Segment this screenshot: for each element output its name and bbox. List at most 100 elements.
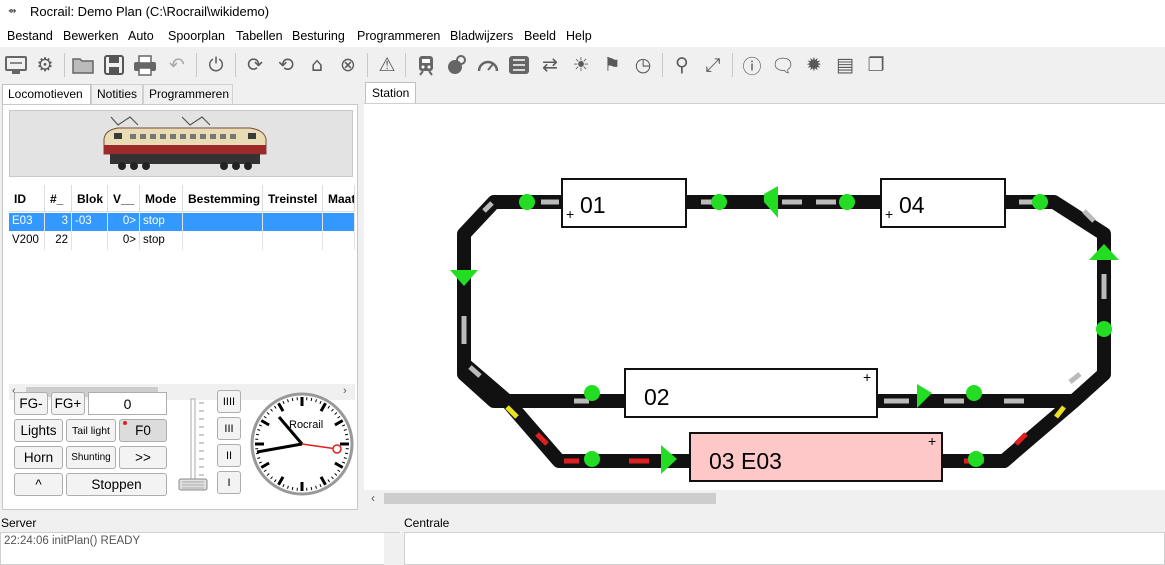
table-cell: 0> xyxy=(108,232,140,250)
table-row[interactable]: V200 22 0> stop xyxy=(9,232,355,250)
fg-value-field[interactable]: 0 xyxy=(88,392,167,415)
menu-bar: Bestand Bewerken Auto Spoorplan Tabellen… xyxy=(0,25,1165,47)
block-04[interactable]: + 04 xyxy=(880,178,1006,228)
fg-minus-button[interactable]: FG- xyxy=(14,392,48,415)
server-log-scrollbar[interactable] xyxy=(384,533,400,565)
fullscreen-icon[interactable]: ⤢ xyxy=(700,51,726,79)
app-icon: ⇴ xyxy=(8,6,17,17)
cancel-icon[interactable]: ⊗ xyxy=(335,51,361,79)
horn-button[interactable]: Horn xyxy=(14,446,63,469)
menu-bestand[interactable]: Bestand xyxy=(7,29,53,43)
zoom-icon[interactable]: ⚲ xyxy=(669,51,695,79)
open-folder-icon[interactable] xyxy=(70,51,96,79)
warning-icon[interactable]: ⚠ xyxy=(374,51,400,79)
tab-station[interactable]: Station xyxy=(365,82,416,103)
lights-button[interactable]: Lights xyxy=(14,419,63,442)
shunting-button[interactable]: Shunting xyxy=(66,446,116,469)
menu-programmeren[interactable]: Programmeren xyxy=(357,29,440,43)
tail-light-button[interactable]: Tail light xyxy=(66,419,116,442)
tab-locomotieven[interactable]: Locomotieven xyxy=(2,84,91,105)
throttle-icon[interactable] xyxy=(444,51,470,79)
speed-button-3[interactable]: III xyxy=(217,417,241,440)
block-marker: + xyxy=(885,206,894,222)
plan-horizontal-scrollbar[interactable]: ‹ xyxy=(364,490,1165,507)
locomotives-tab-body: ID #_ Blok V__ Mode Bestemming Treinstel… xyxy=(2,104,358,510)
speed-button-1[interactable]: I xyxy=(217,471,241,494)
menu-besturing[interactable]: Besturing xyxy=(292,29,345,43)
f0-label: F0 xyxy=(135,423,151,438)
menu-tabellen[interactable]: Tabellen xyxy=(236,29,283,43)
column-header[interactable]: Mode xyxy=(140,185,183,212)
block-03[interactable]: + 03 E03 xyxy=(689,432,943,482)
settings-icon[interactable]: ⚙ xyxy=(32,51,58,79)
column-header[interactable]: V__ xyxy=(108,185,140,212)
speed-button-4[interactable]: IIII xyxy=(217,390,241,413)
centrale-title: Centrale xyxy=(404,516,450,530)
block-label: 01 xyxy=(580,192,606,218)
home-icon[interactable]: ⌂ xyxy=(304,51,330,79)
locomotive-image[interactable] xyxy=(9,110,353,177)
save-icon[interactable] xyxy=(101,51,127,79)
print-icon[interactable] xyxy=(132,51,158,79)
info-icon[interactable]: ⓘ xyxy=(739,51,765,79)
direction-button[interactable]: >> xyxy=(119,446,167,469)
table-cell: 3 xyxy=(45,213,72,231)
bug-icon[interactable]: ✹ xyxy=(801,51,827,79)
locomotive-icon[interactable] xyxy=(413,51,439,79)
window-title: Rocrail: Demo Plan (C:\Rocrail\wikidemo) xyxy=(30,4,270,19)
server-title: Server xyxy=(1,516,37,530)
block-label: 02 xyxy=(644,384,670,410)
table-cell xyxy=(263,213,323,231)
column-header[interactable]: #_ xyxy=(45,185,72,212)
stop-button[interactable]: Stoppen xyxy=(66,473,167,496)
tab-programmeren[interactable]: Programmeren xyxy=(143,84,233,104)
speedometer-icon[interactable] xyxy=(475,51,501,79)
column-header[interactable]: Treinstel xyxy=(263,185,323,212)
power-icon[interactable]: ⏻ xyxy=(203,51,229,79)
up-button[interactable]: ^ xyxy=(14,473,63,496)
toolbar: ⚙ ↶ ⏻ ⟳ ⟲ ⌂ ⊗ ⚠ ⇄ ☀ ⚑ ◷ ⚲ ⤢ ⓘ 🗨 ✹ ▤ ❐ xyxy=(0,47,1165,83)
block-02[interactable]: + 02 xyxy=(624,368,878,418)
connect-icon[interactable] xyxy=(3,51,29,79)
undo-icon[interactable]: ↶ xyxy=(164,51,190,79)
f0-button[interactable]: F0 xyxy=(119,419,167,442)
reconnect-icon[interactable]: ⟲ xyxy=(273,51,299,79)
block-01[interactable]: + 01 xyxy=(561,178,687,228)
notes-icon[interactable]: ▤ xyxy=(832,51,858,79)
server-log[interactable]: 22:24:06 initPlan() READY xyxy=(0,532,400,565)
table-row[interactable]: E03 3 -03 0> stop xyxy=(9,213,355,231)
column-header[interactable]: Bestemming xyxy=(183,185,263,212)
centrale-log[interactable] xyxy=(404,532,1165,565)
shuffle-icon[interactable]: ⇄ xyxy=(537,51,563,79)
column-header[interactable]: ID xyxy=(9,185,45,212)
speed-button-2[interactable]: II xyxy=(217,444,241,467)
server-panel: Server 22:24:06 initPlan() READY xyxy=(0,513,400,565)
block-marker: + xyxy=(928,433,937,449)
column-header[interactable]: Maat xyxy=(323,185,355,212)
table-cell xyxy=(183,213,263,231)
menu-spoorplan[interactable]: Spoorplan xyxy=(168,29,225,43)
column-header[interactable]: Blok xyxy=(72,185,108,212)
light-icon[interactable]: ☀ xyxy=(568,51,594,79)
menu-bewerken[interactable]: Bewerken xyxy=(63,29,119,43)
checkered-flag-icon[interactable]: ⚑ xyxy=(599,51,625,79)
table-cell xyxy=(183,232,263,250)
clock-icon[interactable]: ◷ xyxy=(630,51,656,79)
menu-auto[interactable]: Auto xyxy=(128,29,154,43)
menu-bladwijzers[interactable]: Bladwijzers xyxy=(450,29,513,43)
menu-beeld[interactable]: Beeld xyxy=(524,29,556,43)
reload-icon[interactable]: ⟳ xyxy=(242,51,268,79)
module-icon[interactable] xyxy=(506,51,532,79)
block-label: 03 E03 xyxy=(709,448,782,474)
table-cell xyxy=(323,213,355,231)
scroll-left-icon[interactable]: ‹ xyxy=(371,491,375,505)
pages-icon[interactable]: ❐ xyxy=(863,51,889,79)
menu-help[interactable]: Help xyxy=(566,29,592,43)
chat-icon[interactable]: 🗨 xyxy=(770,51,796,79)
fg-plus-button[interactable]: FG+ xyxy=(51,392,85,415)
scrollbar-thumb[interactable] xyxy=(384,493,716,504)
track-plan-canvas[interactable]: + 01 + 04 + 02 + 03 E03 xyxy=(364,103,1165,490)
tab-notities[interactable]: Notities xyxy=(91,84,143,104)
table-cell: 0> xyxy=(108,213,140,231)
speed-slider[interactable] xyxy=(177,397,209,497)
